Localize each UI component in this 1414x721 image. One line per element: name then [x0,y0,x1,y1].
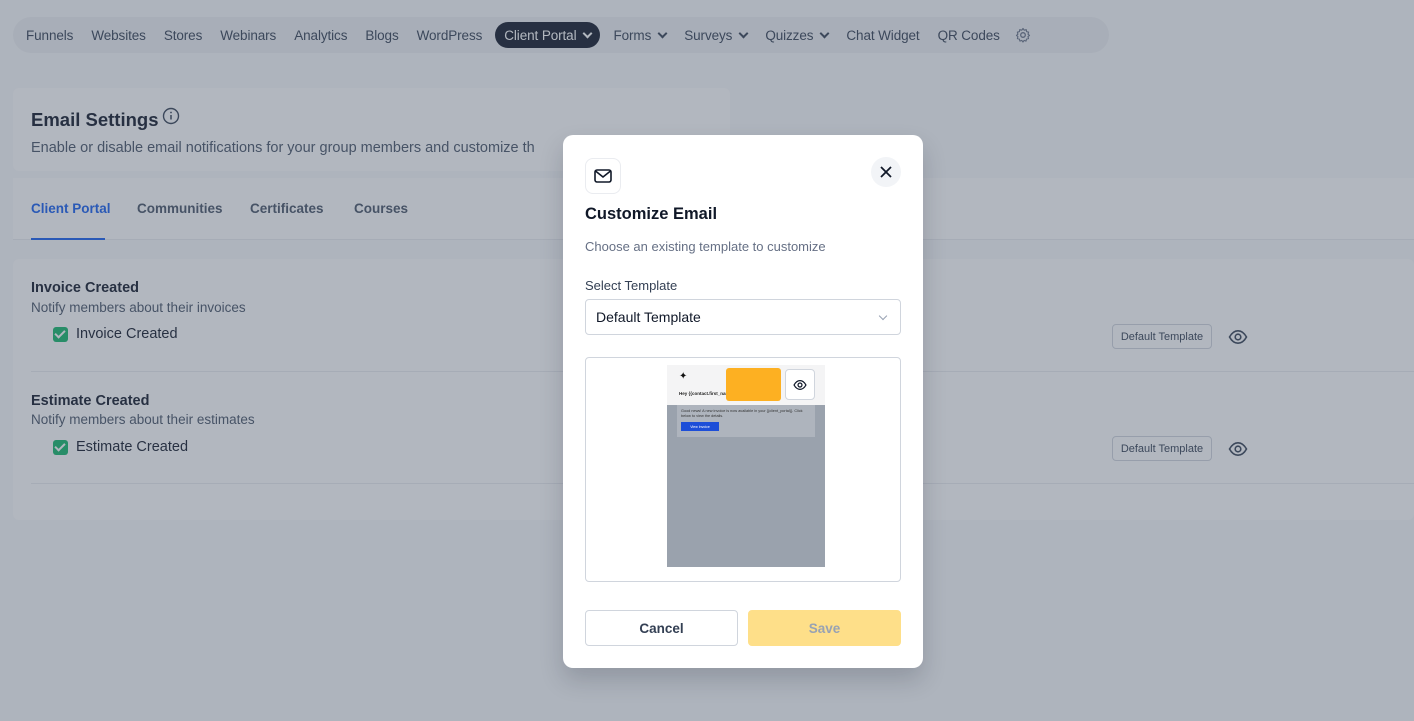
template-select-value: Default Template [596,309,701,325]
thumbnail-button: View Invoice [681,422,719,431]
page: Funnels Websites Stores Webinars Analytics Bl… [0,0,1414,721]
close-button[interactable] [871,157,901,187]
template-highlight [726,368,781,401]
thumbnail-logo-icon: ✦ [679,371,688,382]
preview-button[interactable] [785,369,815,400]
modal-icon-container [585,158,621,194]
modal-subtitle: Choose an existing template to customize [585,239,826,254]
mail-icon [594,169,612,183]
chevron-down-icon [878,311,888,321]
select-template-label: Select Template [585,278,678,293]
eye-icon [793,379,807,390]
modal-title: Customize Email [585,205,718,223]
customize-email-modal: Customize Email Choose an existing templ… [563,135,923,668]
close-icon [880,166,892,178]
save-button[interactable]: Save [748,610,901,646]
cancel-button[interactable]: Cancel [585,610,738,646]
thumbnail-body-text: Good news! A new invoice is now availabl… [681,409,803,418]
template-select[interactable]: Default Template [585,299,901,335]
